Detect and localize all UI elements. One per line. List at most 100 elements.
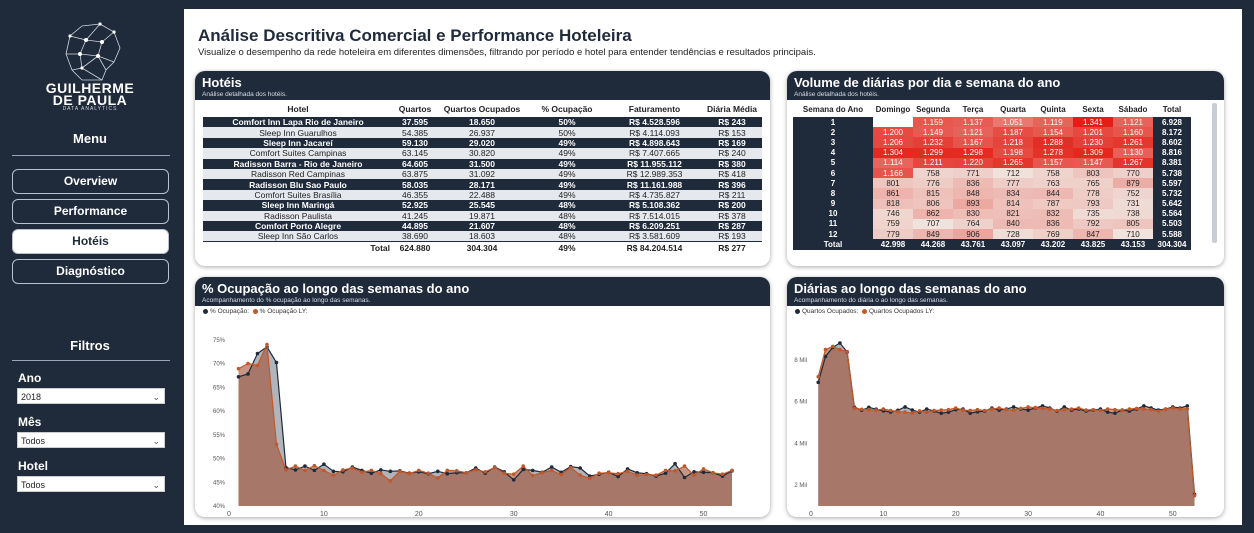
- chevron-down-icon: ⌄: [152, 436, 160, 446]
- hotels-col-header[interactable]: Diária Média: [702, 101, 762, 117]
- heatmap-cell: 1.121: [1113, 117, 1153, 128]
- data-point: [350, 466, 355, 470]
- data-point: [1076, 406, 1081, 410]
- heatmap-cell: 765: [1073, 178, 1113, 189]
- volume-col-header[interactable]: Terça: [953, 101, 993, 117]
- table-cell: R$ 3.581.609: [607, 231, 702, 242]
- data-point: [255, 363, 260, 368]
- nav-hoteis-button[interactable]: Hotéis: [12, 229, 169, 254]
- data-point: [578, 466, 582, 470]
- data-point: [663, 468, 668, 473]
- data-point: [910, 411, 915, 416]
- table-row[interactable]: Radisson Blu Sao Paulo 58.035 28.171 49% R$ …: [203, 179, 762, 190]
- data-point: [816, 380, 821, 385]
- heatmap-cell: 5.642: [1153, 198, 1191, 209]
- volume-col-header[interactable]: Total: [1153, 101, 1191, 117]
- data-point: [968, 408, 972, 413]
- heatmap-cell: 848: [953, 188, 993, 199]
- data-point: [635, 473, 639, 477]
- x-tick-label: 30: [510, 511, 518, 517]
- hotels-col-header[interactable]: Quartos Ocupados: [437, 101, 527, 117]
- volume-col-header[interactable]: Quarta: [993, 101, 1033, 117]
- hotels-col-header[interactable]: Hotel: [203, 101, 393, 117]
- table-total-cell: R$ 84.204.514: [607, 241, 702, 254]
- filter-mes-select[interactable]: Todos ⌄: [17, 432, 165, 448]
- table-cell: R$ 380: [702, 158, 762, 169]
- heatmap-cell: 777: [993, 178, 1033, 189]
- diarias-chart-title: Diárias ao longo das semanas do ano: [794, 281, 1027, 296]
- table-row[interactable]: Comfort Porto Alegre 44.895 21.607 48% R$ 6.…: [203, 220, 762, 232]
- table-row[interactable]: 1 1.159 1.137 1.051 1.119 1.341 1.121 6.928: [793, 117, 1191, 128]
- hotels-col-header[interactable]: Quartos: [393, 101, 437, 117]
- table-cell: R$ 4.114.093: [607, 127, 702, 138]
- filter-hotel-label: Hotel: [18, 459, 48, 473]
- volume-table-scrollbar[interactable]: [1212, 103, 1217, 243]
- nav-overview-button[interactable]: Overview: [12, 169, 169, 194]
- nav-performance-button[interactable]: Performance: [12, 199, 169, 224]
- table-row[interactable]: Sleep Inn Guarulhos 54.385 26.937 50% R$ 4.1…: [203, 127, 762, 138]
- table-row[interactable]: 5 1.114 1.211 1.220 1.265 1.157 1.147 1.267 8.38…: [793, 157, 1191, 168]
- data-point: [1113, 411, 1117, 416]
- nav-diagnostico-button[interactable]: Diagnóstico: [12, 259, 169, 284]
- data-point: [284, 468, 288, 472]
- heatmap-cell: 1.149: [913, 127, 953, 138]
- heatmap-cell: 805: [1113, 218, 1153, 230]
- hotels-col-header[interactable]: % Ocupação: [527, 101, 607, 117]
- heatmap-cell: 758: [913, 167, 953, 179]
- table-row[interactable]: Comfort Suites Campinas 63.145 30.820 49% R$…: [203, 148, 762, 159]
- table-row[interactable]: 6 1.166 758 771 712 758 803 770 5.738: [793, 167, 1191, 179]
- table-cell: Radisson Red Campinas: [203, 168, 393, 180]
- filter-ano-select[interactable]: 2018 ⌄: [17, 388, 165, 404]
- filters-title: Filtros: [70, 338, 110, 353]
- data-point: [1084, 408, 1088, 412]
- x-tick-label: 10: [879, 511, 887, 517]
- heatmap-cell: 5: [793, 157, 873, 168]
- volume-card-subtitle: Análise detalhada dos hotéis.: [794, 91, 879, 98]
- heatmap-cell: 6: [793, 167, 873, 179]
- x-tick-label: 40: [605, 511, 613, 517]
- data-point: [426, 471, 431, 476]
- filters-divider: [12, 360, 170, 361]
- volume-col-header[interactable]: Domingo: [873, 101, 913, 117]
- data-point: [379, 468, 383, 472]
- table-row[interactable]: 7 801 776 836 777 763 765 879 5.597: [793, 178, 1191, 189]
- heatmap-cell: 1.278: [1033, 147, 1073, 158]
- table-row[interactable]: 2 1.200 1.149 1.121 1.187 1.154 1.201 1.160 8.17…: [793, 127, 1191, 138]
- table-row[interactable]: Sleep Inn Maringá 52.925 25.545 48% R$ 5.108…: [203, 200, 762, 211]
- table-cell: Comfort Suites Brasília: [203, 189, 393, 201]
- table-row[interactable]: Comfort Suites Brasília 46.355 22.488 49% R$…: [203, 189, 762, 201]
- table-row[interactable]: 8 861 815 848 834 844 778 752 5.732: [793, 188, 1191, 199]
- volume-col-header[interactable]: Sexta: [1073, 101, 1113, 117]
- data-point: [568, 465, 573, 470]
- filter-hotel-select[interactable]: Todos ⌄: [17, 476, 165, 492]
- filter-mes-label: Mês: [18, 415, 42, 429]
- table-total-cell: 43.761: [953, 239, 993, 251]
- table-row[interactable]: 9 818 806 893 814 787 793 731 5.642: [793, 198, 1191, 209]
- table-row[interactable]: Radisson Paulista 41.245 19.871 48% R$ 7.514…: [203, 210, 762, 221]
- volume-col-header[interactable]: Semana do Ano: [793, 101, 873, 117]
- heatmap-cell: 801: [873, 178, 913, 189]
- table-row[interactable]: 11 759 707 764 840 836 792 805 5.503: [793, 218, 1191, 230]
- volume-col-header[interactable]: Sábado: [1113, 101, 1153, 117]
- table-row[interactable]: Comfort Inn Lapa Rio de Janeiro 37.595 18.…: [203, 117, 762, 128]
- table-cell: Sleep Inn Maringá: [203, 200, 393, 211]
- table-row[interactable]: 10 746 862 830 821 832 735 738 5.564: [793, 208, 1191, 219]
- volume-col-header[interactable]: Segunda: [913, 101, 953, 117]
- table-row[interactable]: Sleep Inn Jacareí 59.130 29.020 49% R$ 4.898…: [203, 137, 762, 149]
- heatmap-cell: 1.265: [993, 157, 1033, 168]
- volume-col-header[interactable]: Quinta: [1033, 101, 1073, 117]
- table-row[interactable]: 3 1.206 1.232 1.167 1.218 1.288 1.230 1.261 8.60…: [793, 137, 1191, 148]
- table-total-cell: 304.304: [1153, 239, 1191, 251]
- x-tick-label: 50: [1169, 511, 1177, 517]
- table-row[interactable]: 4 1.304 1.299 1.298 1.198 1.278 1.309 1.130 8.81…: [793, 147, 1191, 158]
- table-row[interactable]: 12 779 849 906 728 769 847 710 5.588: [793, 229, 1191, 240]
- table-row[interactable]: Radisson Barra - Rio de Janeiro 64.605 31.…: [203, 158, 762, 169]
- hotels-col-header[interactable]: Faturamento: [607, 101, 702, 117]
- table-row[interactable]: Radisson Red Campinas 63.875 31.092 49% R$ 1…: [203, 168, 762, 180]
- table-row[interactable]: Sleep Inn São Carlos 38.690 18.603 48% R$ 3.…: [203, 231, 762, 242]
- data-point: [816, 374, 821, 379]
- data-point: [549, 465, 554, 469]
- heatmap-cell: 778: [1073, 188, 1113, 199]
- table-cell: R$ 193: [702, 231, 762, 242]
- table-total-cell: 43.202: [1033, 239, 1073, 251]
